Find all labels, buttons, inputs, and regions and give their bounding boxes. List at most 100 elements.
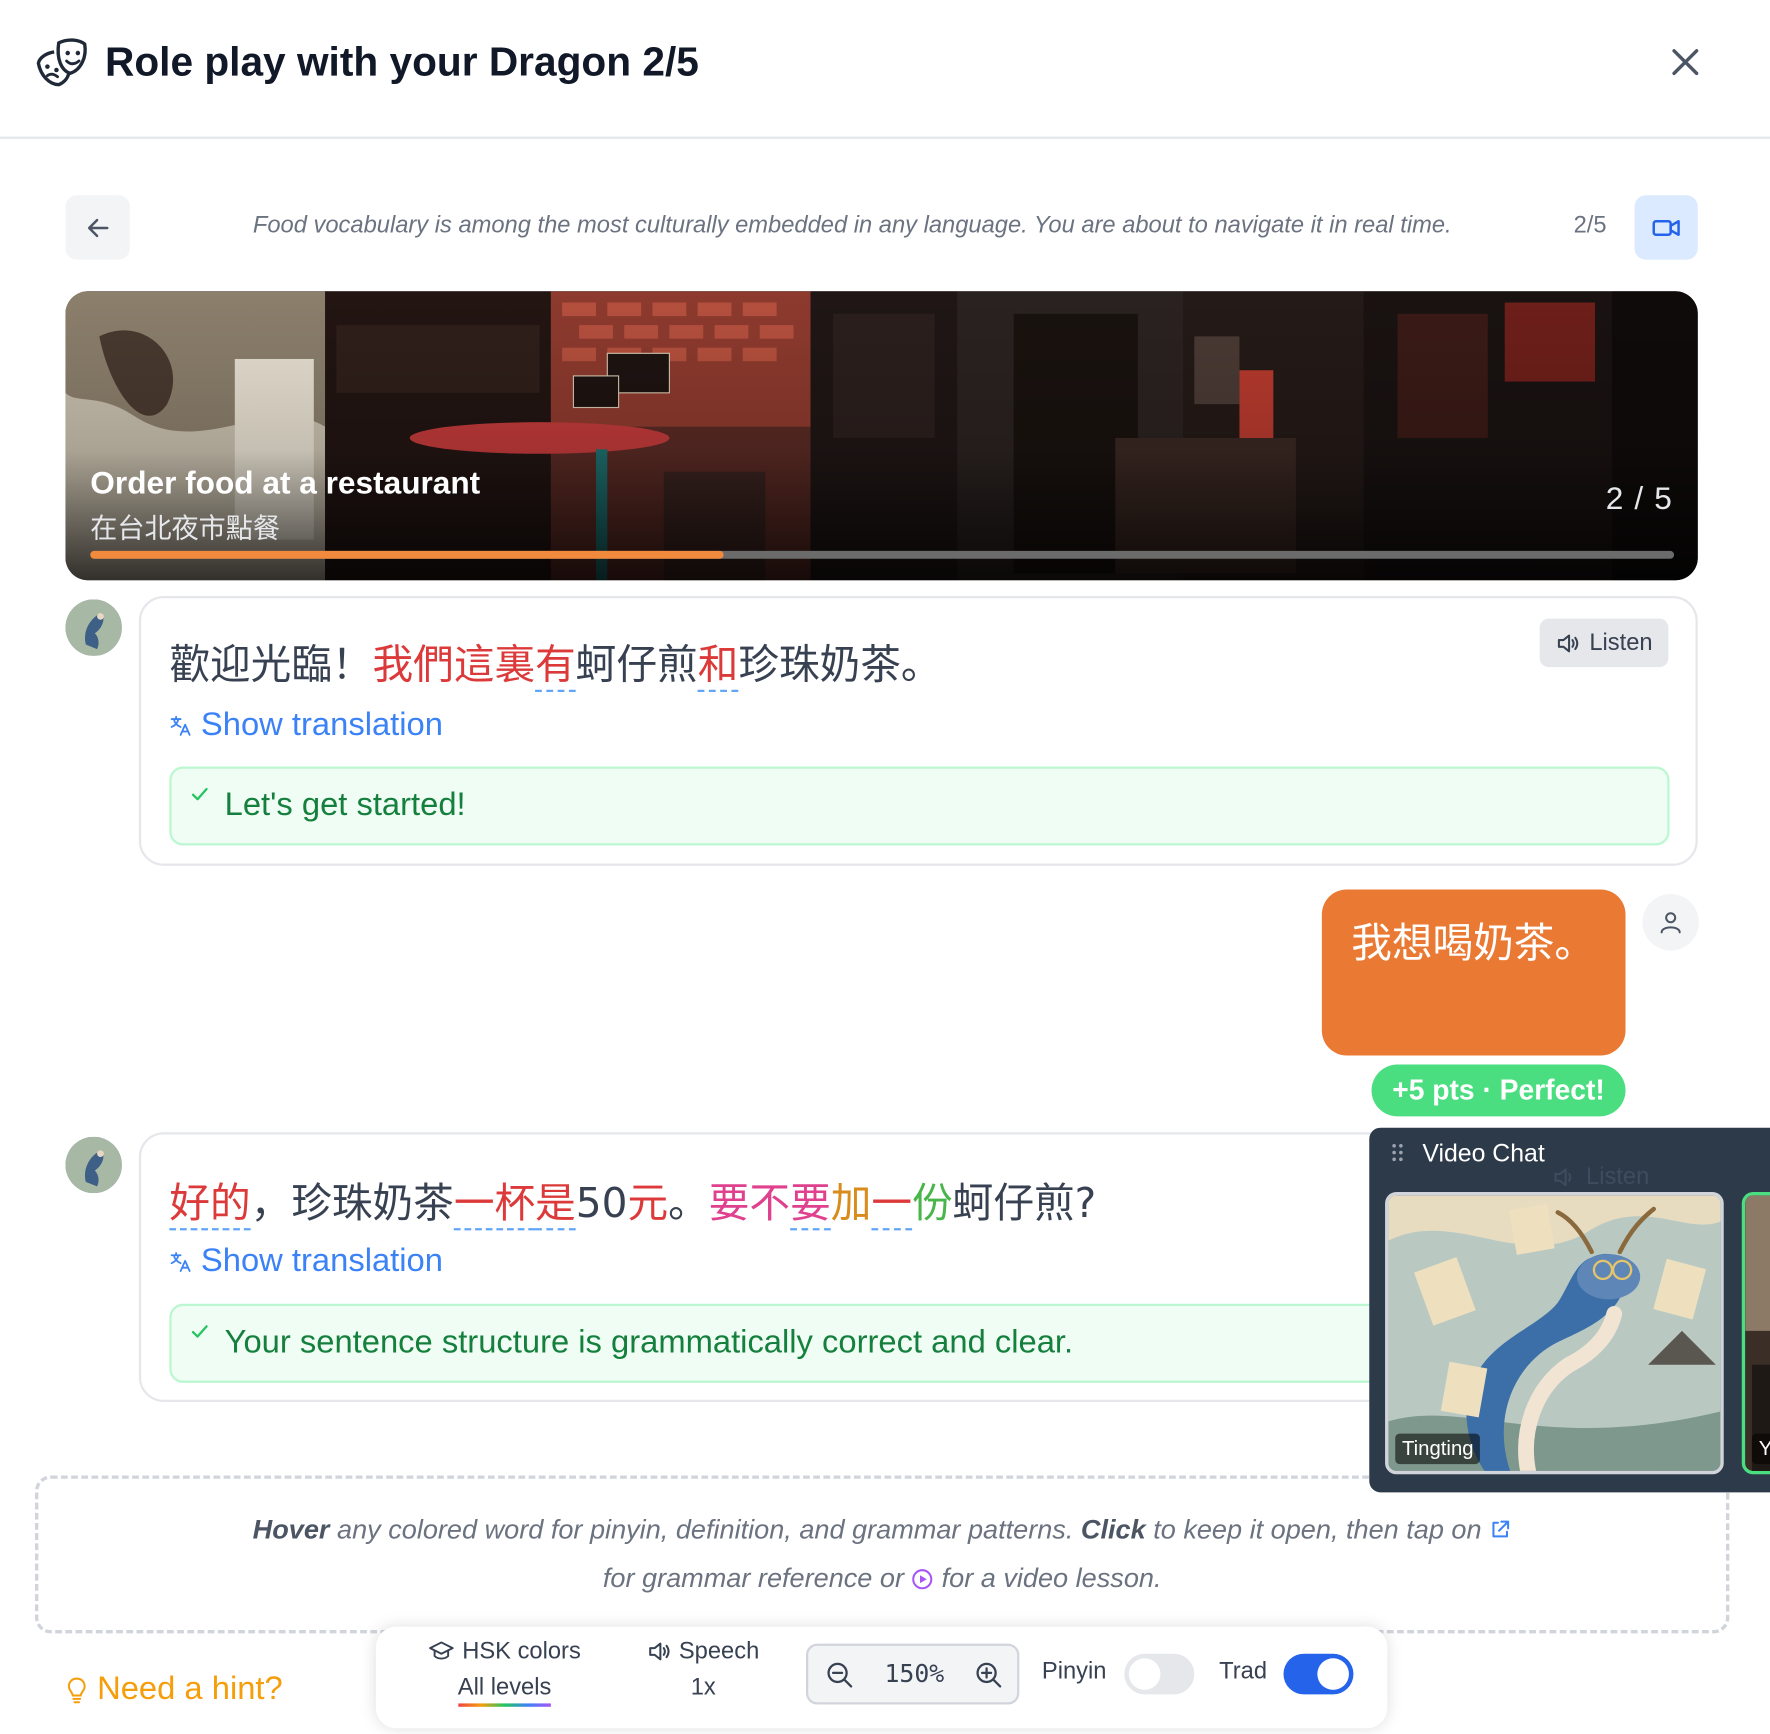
vocab-word[interactable]: 這裏: [454, 642, 535, 688]
vocab-word[interactable]: 一杯: [453, 1180, 536, 1231]
video-call-button[interactable]: [1634, 195, 1698, 260]
speech-label: Speech: [678, 1637, 760, 1664]
play-circle-icon: [912, 1569, 933, 1590]
user-icon: [1660, 912, 1681, 934]
tip-text: for a video lesson.: [934, 1563, 1162, 1594]
vocab-word[interactable]: 要: [790, 1180, 831, 1231]
vocab-word: ，珍珠奶茶: [250, 1180, 454, 1228]
dragon-message-text: 好的，珍珠奶茶一杯是50元。要不要加一份蚵仔煎?: [169, 1171, 1097, 1231]
listen-button[interactable]: Listen: [1539, 618, 1669, 668]
speech-speed-value: 1x: [690, 1674, 716, 1701]
graduation-cap-icon: [429, 1641, 455, 1660]
show-translation-label: Show translation: [200, 1242, 443, 1279]
back-button[interactable]: [65, 195, 130, 260]
vocab-word[interactable]: 份: [912, 1181, 953, 1227]
show-translation-label: Show translation: [200, 706, 443, 743]
pinyin-toggle[interactable]: [1124, 1653, 1195, 1695]
external-link-icon: [1492, 1520, 1510, 1538]
participant-name: Tingting: [1395, 1433, 1481, 1465]
dragon-avatar: [65, 599, 122, 656]
tip-text: any colored word for pinyin, definition,…: [329, 1514, 1081, 1546]
role-play-modal: Role play with your Dragon 2/5 Food voca…: [0, 0, 1770, 1734]
scenario-title: Order food at a restaurant: [90, 465, 481, 501]
speaker-icon: [1554, 1168, 1572, 1187]
step-counter: 2/5: [1573, 212, 1607, 239]
feedback-text: Let's get started!: [224, 786, 466, 823]
points-badge: +5 pts · Perfect!: [1371, 1064, 1626, 1117]
vocab-word: 蚵仔煎: [575, 642, 698, 689]
theater-masks-icon: [36, 38, 87, 87]
usage-tip: Hover any colored word for pinyin, defin…: [34, 1475, 1730, 1634]
dragon-avatar: [65, 1136, 122, 1194]
zoom-in-icon[interactable]: [973, 1659, 1005, 1691]
vocab-word: 50: [575, 1180, 628, 1228]
vocab-word[interactable]: 我們: [373, 642, 454, 688]
hsk-level-value: All levels: [457, 1674, 552, 1701]
trad-label: Trad: [1219, 1658, 1268, 1685]
translate-icon: [170, 715, 191, 736]
vocab-word[interactable]: 和: [697, 642, 739, 692]
hover-keyword: Hover: [252, 1514, 330, 1546]
hsk-rainbow-underline: [457, 1703, 552, 1707]
user-avatar: [1642, 894, 1699, 951]
vocab-word: 珍珠奶茶。: [738, 642, 942, 689]
hint-button[interactable]: Need a hint?: [65, 1670, 283, 1708]
vocab-word: 歡迎光臨！: [169, 642, 373, 689]
scenario-step: 2 / 5: [1605, 480, 1673, 516]
user-message-text: 我想喝奶茶。: [1351, 921, 1596, 968]
hsk-colors-label: HSK colors: [462, 1637, 581, 1664]
zoom-control: 150%: [805, 1643, 1020, 1705]
vocab-word[interactable]: 是: [535, 1180, 576, 1231]
scenario-banner: Order food at a restaurant 在台北夜市點餐 2 / 5: [65, 291, 1698, 581]
listen-label: Listen: [1589, 629, 1653, 656]
speaker-icon: [649, 1642, 670, 1661]
hsk-colors-control[interactable]: HSK colors All levels: [426, 1638, 584, 1707]
dragon-tutor-video: [1388, 1195, 1721, 1471]
vocab-word[interactable]: 元: [627, 1181, 668, 1227]
listen-label: Listen: [1586, 1163, 1650, 1190]
tip-text: to keep it open, then tap on: [1145, 1514, 1490, 1546]
speech-speed-control[interactable]: Speech 1x: [638, 1638, 769, 1701]
feedback-box: Let's get started!: [169, 766, 1670, 846]
reading-toolbar: HSK colors All levels Speech 1x 150% Pin…: [375, 1626, 1388, 1729]
show-translation-button[interactable]: Show translation: [169, 707, 443, 744]
toggle-knob: [1128, 1658, 1161, 1690]
user-message: 我想喝奶茶。: [1321, 889, 1626, 1056]
close-icon[interactable]: [1664, 41, 1707, 84]
scenario-intro: Food vocabulary is among the most cultur…: [252, 212, 1452, 239]
usage-tip-line-2: for grammar reference or for a video les…: [38, 1563, 1726, 1595]
click-keyword: Click: [1080, 1514, 1146, 1546]
video-camera-icon: [1652, 219, 1680, 236]
self-video: [1745, 1195, 1770, 1471]
check-icon: [191, 787, 208, 801]
show-translation-button[interactable]: Show translation: [169, 1243, 443, 1280]
zoom-out-icon[interactable]: [824, 1659, 856, 1691]
vocab-word: 蚵仔煎?: [952, 1180, 1097, 1228]
participant-name: Yo: [1751, 1433, 1770, 1465]
video-chat-title: Video Chat: [1422, 1138, 1545, 1168]
lightbulb-icon: [67, 1676, 86, 1703]
speaker-icon: [1557, 633, 1579, 652]
drag-handle-icon[interactable]: [1392, 1142, 1403, 1162]
tutor-video-tile: Tingting: [1385, 1192, 1724, 1475]
vocab-word[interactable]: 好的: [169, 1180, 251, 1231]
usage-tip-line-1: Hover any colored word for pinyin, defin…: [38, 1515, 1726, 1547]
vocab-word[interactable]: 有: [535, 642, 576, 692]
tip-text: for grammar reference or: [602, 1563, 912, 1594]
vocab-word[interactable]: 加: [831, 1181, 872, 1227]
check-icon: [191, 1325, 208, 1338]
vocab-word[interactable]: 一: [871, 1180, 913, 1231]
scenario-progress-fill: [90, 550, 724, 559]
vocab-word: 。: [668, 1180, 709, 1228]
traditional-toggle[interactable]: [1283, 1653, 1354, 1695]
scenario-subtitle: 在台北夜市點餐: [90, 513, 280, 545]
modal-title: Role play with your Dragon 2/5: [104, 38, 699, 85]
dragon-message-text: 歡迎光臨！我們這裏有蚵仔煎和珍珠奶茶。: [169, 632, 942, 692]
vocab-word[interactable]: 要不: [709, 1181, 790, 1227]
hint-label: Need a hint?: [97, 1670, 283, 1707]
arrow-left-icon: [87, 218, 108, 237]
occluded-listen-button: Listen: [1552, 1164, 1649, 1191]
translate-icon: [170, 1251, 191, 1272]
toggle-knob: [1317, 1658, 1349, 1690]
restaurant-photo: [65, 291, 1698, 581]
